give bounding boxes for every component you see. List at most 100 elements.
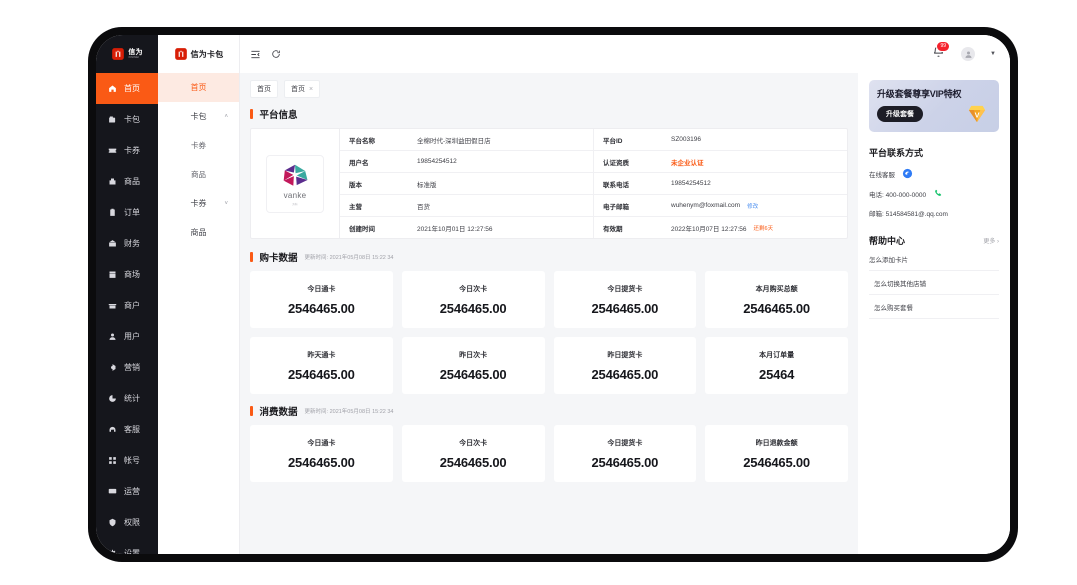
stat-card: 昨天通卡 2546465.00 — [250, 337, 393, 394]
right-panel: 升级套餐尊享VIP特权 升级套餐 V 平台联系方式 在线客服 电话: 400-0… — [858, 73, 1010, 554]
field-label: 主营 — [349, 203, 362, 211]
stat-value: 2546465.00 — [288, 300, 355, 316]
notification-bell[interactable]: 99 — [932, 41, 951, 63]
sidebar-item-7[interactable]: 商场 — [96, 259, 158, 290]
close-icon[interactable]: × — [309, 86, 313, 93]
field-value: 2022年10月07日 12:27:56 还剩6天 — [662, 217, 847, 238]
rail-logo: 信为 XINWEI — [96, 35, 158, 73]
online-service-row[interactable]: 在线客服 — [869, 168, 999, 179]
submenu-item-5[interactable]: 卡券 ˅ — [158, 189, 239, 218]
submenu-item-label: 卡包 — [190, 112, 207, 121]
tab-1[interactable]: 首页 — [250, 80, 278, 98]
sidebar-item-3[interactable]: 卡券 — [96, 135, 158, 166]
help-item[interactable]: 怎么切换其他店铺 — [869, 271, 999, 295]
stat-card: 本月购买总额 2546465.00 — [705, 271, 848, 328]
notification-badge: 99 — [936, 41, 951, 52]
phone-icon[interactable] — [933, 188, 944, 199]
help-item[interactable]: 怎么购买套餐 — [869, 295, 999, 319]
primary-nav-list: 首页卡包卡券商品订单财务商场商户用户营销统计 客服 帐号运营权限设置 — [96, 73, 158, 554]
expiry-warning: 还剩6天 — [753, 225, 774, 232]
field-value: 百货 — [408, 195, 594, 216]
sidebar-item-15[interactable]: 权限 — [96, 507, 158, 538]
app-screen: 信为 XINWEI 首页 卡包 卡券 商品 订单 财务 商场 商户 用户 营销 统计 客服 帐号 运营 权限… — [96, 35, 1010, 554]
stat-label: 今日提货卡 — [607, 439, 643, 447]
sidebar-item-8[interactable]: 商户 — [96, 290, 158, 321]
sidebar-item-6[interactable]: 财务 — [96, 228, 158, 259]
email-label: 邮箱: 514584581@.qq.com — [869, 211, 948, 218]
sidebar-item-label: 运营 — [124, 487, 140, 496]
promo-title: 升级套餐尊享VIP特权 — [877, 89, 962, 99]
stat-card: 今日提货卡 2546465.00 — [553, 425, 697, 482]
submenu-item-6[interactable]: 商品 — [158, 218, 239, 247]
stat-value: 2546465.00 — [439, 366, 507, 382]
consume-data-heading: 消费数据 更新时间: 2021年05月08日 15:22 34 — [250, 404, 848, 418]
sidebar-item-2[interactable]: 卡包 — [96, 104, 158, 135]
purchase-data-heading: 购卡数据 更新时间: 2021年05月08日 15:22 34 — [250, 250, 848, 264]
email-row: 邮箱: 514584581@.qq.com — [869, 208, 999, 218]
stat-label: 今日提货卡 — [607, 285, 643, 293]
help-more-link[interactable]: 更多 › — [983, 236, 999, 245]
field-label: 版本 — [349, 181, 362, 189]
sidebar-item-16[interactable]: 设置 — [96, 538, 158, 554]
brand-mark-icon — [111, 47, 125, 61]
sidebar-item-14[interactable]: 运营 — [96, 476, 158, 507]
phone-label: 电话: 400-000-0000 — [869, 191, 927, 199]
stat-card: 今日次卡 2546465.00 — [401, 271, 545, 328]
field-value-text: SZ003196 — [671, 136, 701, 143]
submenu-item-2[interactable]: 卡包 ˄ — [158, 102, 239, 131]
chevron-up-icon[interactable]: ˄ — [224, 114, 228, 120]
submenu-item-4[interactable]: 商品 — [158, 160, 239, 189]
stat-value: 2546465.00 — [288, 366, 355, 382]
tab-2[interactable]: 首页 × — [284, 80, 321, 98]
help-center-title: 帮助中心 — [869, 236, 906, 246]
table-row: 平台名称 全棉时代-深圳益田假日店 平台ID SZ003196 — [340, 129, 847, 151]
heading-accent-bar — [250, 406, 253, 416]
chat-bubble-icon[interactable] — [902, 168, 913, 179]
sidebar-item-13[interactable]: 帐号 — [96, 445, 158, 476]
secondary-sidebar: 信为卡包 首页 卡包 ˄ 卡券 商品 卡券 ˅ 商品 — [158, 35, 240, 554]
sidebar-item-9[interactable]: 用户 — [96, 321, 158, 352]
panel-logo: 信为卡包 — [158, 35, 239, 73]
sidebar-item-label: 营销 — [124, 363, 140, 372]
shop-icon — [107, 269, 118, 280]
stat-card: 昨日次卡 2546465.00 — [401, 337, 545, 394]
sidebar-item-11[interactable]: 统计 — [96, 383, 158, 414]
stat-value: 2546465.00 — [743, 454, 810, 470]
menu-fold-icon[interactable] — [250, 49, 261, 60]
upgrade-banner[interactable]: 升级套餐尊享VIP特权 升级套餐 V — [869, 80, 999, 132]
sidebar-item-5[interactable]: 订单 — [96, 197, 158, 228]
sidebar-item-1[interactable]: 首页 — [96, 73, 158, 104]
stat-card: 昨日提货卡 2546465.00 — [553, 337, 697, 394]
submenu-item-1[interactable]: 首页 — [158, 73, 239, 102]
sidebar-item-label: 权限 — [124, 518, 140, 527]
stat-card: 今日提货卡 2546465.00 — [553, 271, 697, 328]
main-panel: 首页 首页 × 平台信息 vanke 万科 平台名称 全棉时代-深圳益田假日店 … — [240, 73, 858, 554]
field-label: 认证资质 — [603, 159, 629, 167]
field-value-text: wuhenym@foxmail.com — [671, 202, 741, 209]
chevron-down-icon[interactable]: ▼ — [990, 51, 996, 57]
sidebar-item-10[interactable]: 营销 — [96, 352, 158, 383]
field-value-text: 百货 — [417, 203, 430, 211]
monitor-icon — [107, 486, 118, 497]
edit-link[interactable]: 修改 — [747, 202, 758, 210]
stat-label: 昨天通卡 — [307, 351, 336, 359]
chevron-down-icon[interactable]: ˅ — [224, 201, 228, 207]
sidebar-item-label: 商户 — [124, 301, 140, 310]
sidebar-item-label: 财务 — [124, 239, 140, 248]
sidebar-item-label: 卡包 — [124, 115, 140, 124]
avatar[interactable] — [961, 47, 976, 61]
sidebar-item-4[interactable]: 商品 — [96, 166, 158, 197]
sidebar-item-12[interactable]: 客服 — [96, 414, 158, 445]
upgrade-button[interactable]: 升级套餐 — [877, 106, 923, 122]
secondary-nav-list: 首页 卡包 ˄ 卡券 商品 卡券 ˅ 商品 — [158, 73, 239, 247]
grid-icon — [107, 455, 118, 466]
sidebar-item-label: 商品 — [124, 177, 140, 186]
refresh-icon[interactable] — [271, 49, 281, 59]
submenu-item-3[interactable]: 卡券 — [158, 131, 239, 160]
platform-info-card: vanke 万科 平台名称 全棉时代-深圳益田假日店 平台ID SZ003196 用户名… — [250, 128, 848, 239]
stat-card: 今日次卡 2546465.00 — [401, 425, 545, 482]
help-item[interactable]: 怎么添加卡片 — [869, 247, 999, 271]
table-row: 创建时间 2021年10月01日 12:27:56 有效期 2022年10月07日 1… — [340, 217, 847, 238]
contact-section: 平台联系方式 在线客服 电话: 400-000-0000 邮箱: 5145845… — [869, 146, 999, 218]
content-column: 99 ▼ 首页 首页 × 平台信息 vanke 万科 平台名称 全棉时代-深圳益… — [240, 35, 1010, 554]
